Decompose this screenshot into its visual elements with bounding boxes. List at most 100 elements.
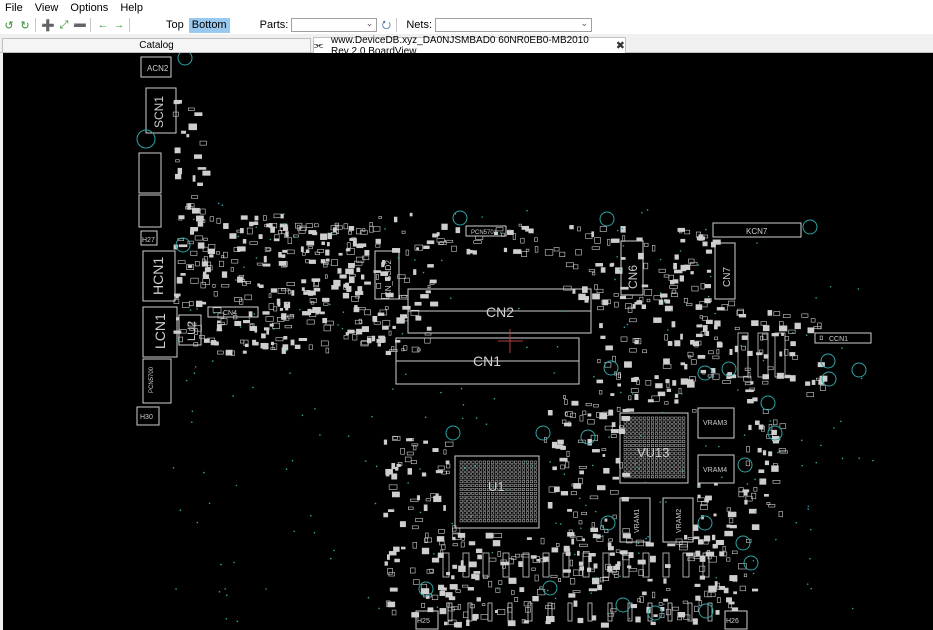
nets-label: Nets:: [406, 19, 433, 31]
parts-combo[interactable]: ⌄: [291, 18, 378, 32]
smd-part: [729, 348, 733, 355]
smd-part: [542, 556, 549, 562]
smd-part: [759, 478, 767, 485]
board-canvas[interactable]: ACN2 SCN1 HCN1 LCN1 LU2 PCN5700 H30 H27 …: [3, 53, 933, 630]
bga-ball: [643, 416, 647, 420]
toolbar: ↺ ↻ ➕ ⤢ ➖ ← → Top Bottom Parts: ⌄ ⭮ Nets…: [0, 16, 933, 34]
smd-part: [645, 379, 652, 386]
tab-catalog[interactable]: Catalog: [2, 38, 311, 52]
bga-ball: [459, 480, 463, 484]
via: [508, 229, 511, 231]
via: [626, 323, 629, 326]
bga-ball: [483, 476, 487, 480]
menu-file[interactable]: File: [0, 0, 29, 16]
smd-part: [424, 337, 431, 344]
smd-part: [520, 237, 525, 244]
nets-combo[interactable]: ⌄: [435, 18, 593, 32]
smd-part: [178, 244, 188, 248]
board-drawing[interactable]: ACN2 SCN1 HCN1 LCN1 LU2 PCN5700 H30 H27 …: [3, 53, 933, 630]
via: [474, 465, 476, 467]
via: [252, 386, 254, 389]
smd-part: [576, 536, 583, 541]
zoom-in-icon[interactable]: ➕: [41, 18, 55, 32]
smd-part: [421, 472, 427, 477]
via: [497, 587, 499, 590]
menu-view[interactable]: View: [29, 0, 65, 16]
smd-part: [788, 329, 796, 334]
bga-ball: [522, 464, 526, 468]
smd-part: [686, 303, 693, 307]
forward-arrow-icon[interactable]: →: [112, 18, 126, 32]
smd-part: [699, 575, 705, 580]
smd-part: [752, 588, 759, 592]
smd-part: [607, 299, 611, 305]
smd-part: [286, 282, 295, 287]
bga-ball: [506, 468, 510, 472]
smd-part: [361, 326, 369, 333]
via: [758, 479, 761, 481]
bga-ball: [471, 495, 475, 499]
bga-ball: [623, 467, 627, 471]
smd-part: [673, 262, 677, 270]
smd-part: [294, 344, 301, 349]
smd-part: [607, 612, 615, 617]
smd-part: [521, 554, 530, 558]
bga-ball: [627, 463, 631, 467]
smd-part: [602, 454, 606, 457]
via: [795, 522, 798, 524]
bottom-part: [482, 552, 490, 578]
rotate-right-icon[interactable]: ↻: [18, 18, 32, 32]
smd-part: [268, 293, 272, 298]
top-layer-button[interactable]: Top: [163, 18, 187, 33]
bga-ball: [498, 495, 502, 499]
smd-part: [573, 264, 579, 270]
bga-ball: [475, 484, 479, 488]
rotate-left-icon[interactable]: ↺: [2, 18, 16, 32]
menu-options[interactable]: Options: [64, 0, 114, 16]
smd-part: [635, 616, 641, 623]
via: [392, 508, 395, 511]
bga-ball: [658, 428, 662, 432]
zoom-out-icon[interactable]: ➖: [73, 18, 87, 32]
bga-ball: [506, 503, 510, 507]
bottom-layer-button[interactable]: Bottom: [188, 17, 230, 33]
via: [580, 527, 582, 529]
back-arrow-icon[interactable]: ←: [96, 18, 110, 32]
smd-part: [181, 130, 186, 134]
bga-ball: [467, 488, 471, 491]
smd-part: [219, 260, 225, 267]
via: [220, 563, 222, 566]
via: [191, 410, 194, 413]
smd-part: [695, 550, 701, 557]
close-icon[interactable]: ✖: [616, 39, 625, 52]
bga-ball: [651, 475, 654, 479]
smd-part: [704, 499, 709, 503]
bga-ball: [643, 432, 647, 436]
smd-part: [683, 297, 688, 303]
via: [833, 427, 835, 429]
via: [810, 587, 812, 590]
smd-part: [525, 248, 530, 252]
smd-part: [336, 225, 343, 230]
smd-part: [421, 547, 430, 555]
pin-icon[interactable]: ⫘: [314, 40, 323, 51]
label-cn2: CN2: [486, 304, 514, 320]
via: [554, 597, 557, 600]
via: [667, 329, 669, 331]
via: [752, 572, 755, 575]
bga-ball: [463, 488, 467, 491]
tab-boardview[interactable]: ⫘ www.DeviceDB.xyz_DA0NJSMBAD0 60NR0EB0-…: [313, 35, 626, 57]
menu-help[interactable]: Help: [114, 0, 149, 16]
bga-ball: [631, 440, 635, 444]
via: [698, 485, 700, 487]
zoom-fit-icon[interactable]: ⤢: [57, 18, 71, 32]
bga-ball: [623, 463, 627, 467]
smd-part: [423, 245, 430, 249]
smd-part: [325, 258, 330, 262]
bga-ball: [678, 459, 682, 463]
smd-part: [301, 279, 307, 284]
bga-ball: [670, 463, 674, 467]
label-lu2: LU2: [186, 321, 198, 341]
bga-ball: [654, 440, 658, 444]
search-part-icon[interactable]: ⭮: [379, 18, 393, 32]
